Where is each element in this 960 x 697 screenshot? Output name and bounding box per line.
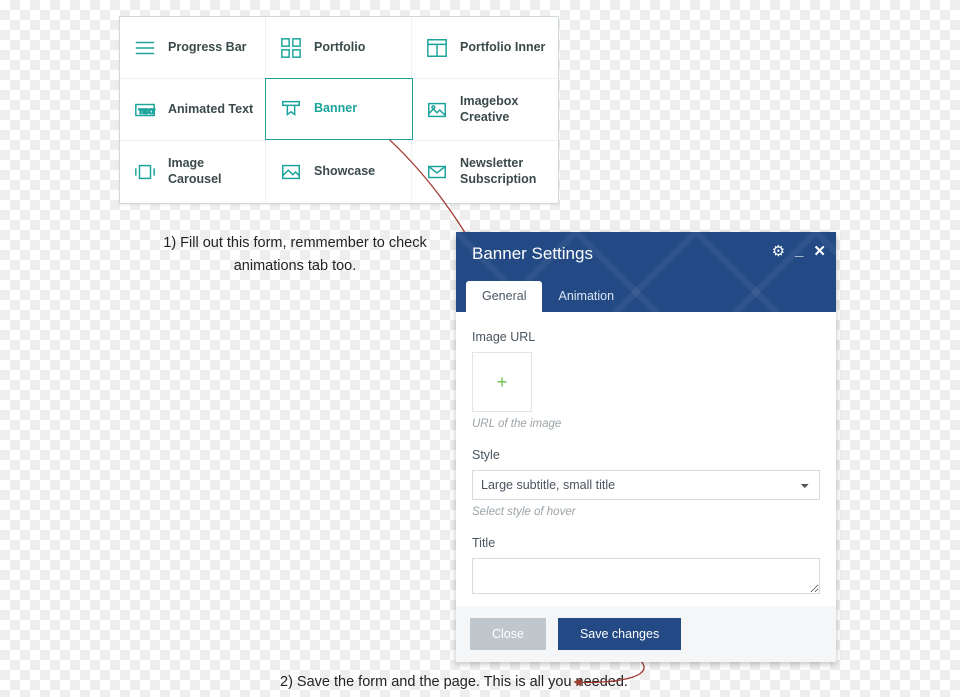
showcase-icon bbox=[280, 161, 302, 183]
picker-label: Portfolio Inner bbox=[460, 40, 545, 56]
image-url-dropzone[interactable]: + bbox=[472, 352, 532, 412]
picker-item-showcase[interactable]: Showcase bbox=[266, 141, 412, 203]
imagebox-icon bbox=[426, 99, 448, 121]
minimize-icon[interactable]: _ bbox=[795, 242, 803, 260]
tab-animation[interactable]: Animation bbox=[542, 281, 630, 312]
style-label: Style bbox=[472, 448, 820, 462]
portfolio-icon bbox=[280, 37, 302, 59]
picker-label: Image Carousel bbox=[168, 156, 255, 187]
banner-icon bbox=[280, 98, 302, 120]
picker-item-banner[interactable]: Banner bbox=[265, 78, 413, 140]
modal-header: Banner Settings ⚙ _ ✕ General Animation bbox=[456, 232, 836, 312]
title-label: Title bbox=[472, 536, 820, 550]
modal-footer: Close Save changes bbox=[456, 606, 836, 662]
image-url-label: Image URL bbox=[472, 330, 820, 344]
picker-item-imagebox-creative[interactable]: Imagebox Creative bbox=[412, 79, 558, 141]
tab-general[interactable]: General bbox=[466, 281, 542, 312]
gear-icon[interactable]: ⚙ bbox=[772, 242, 785, 260]
instruction-step-1: 1) Fill out this form, remmember to chec… bbox=[150, 232, 440, 278]
modal-tabs: General Animation bbox=[466, 281, 630, 312]
animated-text-icon: TEXT bbox=[134, 99, 156, 121]
picker-item-portfolio[interactable]: Portfolio bbox=[266, 17, 412, 79]
title-input[interactable] bbox=[472, 558, 820, 594]
picker-item-animated-text[interactable]: TEXT Animated Text bbox=[120, 79, 266, 141]
picker-label: Imagebox Creative bbox=[460, 94, 548, 125]
plus-icon: + bbox=[497, 372, 508, 393]
newsletter-icon bbox=[426, 161, 448, 183]
picker-label: Newsletter Subscription bbox=[460, 156, 548, 187]
picker-item-portfolio-inner[interactable]: Portfolio Inner bbox=[412, 17, 558, 79]
picker-item-image-carousel[interactable]: Image Carousel bbox=[120, 141, 266, 203]
picker-label: Showcase bbox=[314, 164, 375, 180]
picker-label: Portfolio bbox=[314, 40, 365, 56]
picker-label: Animated Text bbox=[168, 102, 253, 118]
picker-item-newsletter[interactable]: Newsletter Subscription bbox=[412, 141, 558, 203]
portfolio-inner-icon bbox=[426, 37, 448, 59]
style-helper: Select style of hover bbox=[472, 506, 820, 518]
save-button[interactable]: Save changes bbox=[558, 618, 681, 650]
banner-settings-modal: Banner Settings ⚙ _ ✕ General Animation … bbox=[456, 232, 836, 662]
element-picker: Progress Bar Portfolio Portfolio Inner T… bbox=[119, 16, 559, 204]
picker-item-progress-bar[interactable]: Progress Bar bbox=[120, 17, 266, 79]
close-button[interactable]: Close bbox=[470, 618, 546, 650]
style-select[interactable]: Large subtitle, small title bbox=[472, 470, 820, 500]
picker-label: Banner bbox=[314, 101, 357, 117]
modal-title: Banner Settings bbox=[472, 244, 820, 264]
carousel-icon bbox=[134, 161, 156, 183]
picker-label: Progress Bar bbox=[168, 40, 247, 56]
instruction-step-2: 2) Save the form and the page. This is a… bbox=[280, 674, 628, 690]
progress-bar-icon bbox=[134, 37, 156, 59]
modal-body: Image URL + URL of the image Style Large… bbox=[456, 312, 836, 606]
close-icon[interactable]: ✕ bbox=[813, 242, 826, 260]
image-url-helper: URL of the image bbox=[472, 418, 820, 430]
svg-text:TEXT: TEXT bbox=[139, 108, 155, 115]
